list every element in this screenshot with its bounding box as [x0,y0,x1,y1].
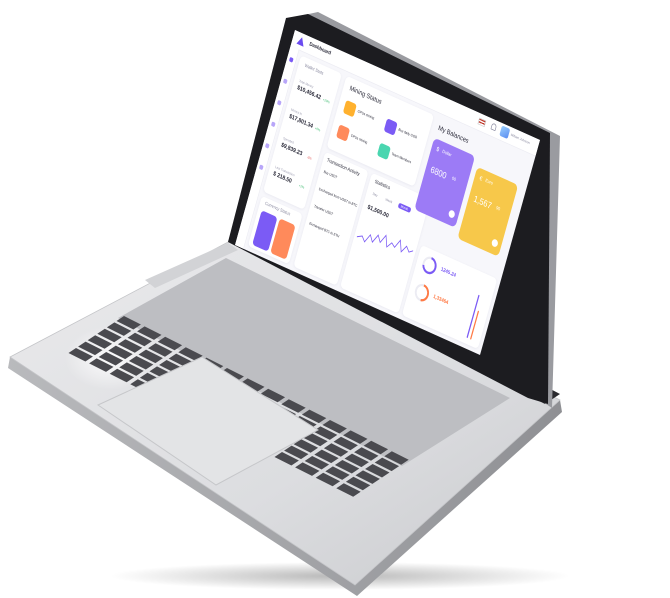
statistics-title: Statistics [374,179,391,191]
gauge-value: 1,33464 [432,294,449,306]
wallet-stats-title: Wallet Stats [304,63,324,77]
home-icon[interactable] [288,56,294,63]
currency-status-card: Currency Status [247,195,303,265]
coin-icon[interactable] [383,118,398,136]
stat-change: +20% [322,97,331,105]
gauge-ring [414,283,430,302]
cpu-icon[interactable] [336,124,351,142]
gauge-value: 1245.24 [440,266,457,279]
arrow-icon[interactable] [490,238,499,248]
team-icon[interactable] [376,142,391,161]
currency-symbol: € [478,174,484,183]
stat-change: +2% [298,183,305,190]
balance-value: 1,567 [472,193,493,212]
currency-symbol: $ [435,145,440,154]
logo-icon [296,35,306,47]
gauge-ring [422,256,437,275]
mining-label: GPUs mining [357,109,375,121]
swap-icon[interactable] [270,121,276,128]
mining-label: CPUs mining [350,134,368,146]
stat-change: +5% [314,126,321,133]
chart-icon[interactable] [282,78,288,85]
avatar[interactable] [499,125,511,140]
statistics-value: $1,500.00 [366,203,390,220]
mining-label: Team Members [391,152,412,165]
user-icon[interactable] [264,142,270,149]
user-name[interactable]: William Johnson [510,133,530,145]
transaction-item[interactable]: Exchanged from USDT to BTC [318,188,357,209]
stat-change: -3% [306,154,313,161]
balance-cents: 00 [451,176,457,183]
wallet-icon[interactable] [276,99,282,106]
balance-cents: 90 [495,206,501,213]
flag-icon[interactable] [477,117,487,128]
settings-icon[interactable] [258,164,264,171]
laptop-scene: Dashboard William Johnson Wallet Stats T… [0,0,670,598]
transaction-item[interactable]: Buy USDT [323,170,337,180]
tab-week[interactable]: Week [383,196,396,206]
mining-label: Buy daily GGD [397,128,418,141]
tab-month[interactable]: Month [397,202,412,213]
arrow-icon[interactable] [447,209,456,219]
transaction-item[interactable]: Transfer USDT [313,205,333,217]
tab-day[interactable]: Day [370,190,381,199]
bell-icon[interactable] [490,122,497,132]
gauge-bar [469,310,480,340]
currency-name: Euro [484,178,494,187]
currency-name: Dollar [441,149,452,158]
balance-value: 6800 [429,164,448,182]
transaction-item[interactable]: Exchanged BTC to ETH [309,222,340,239]
gpu-icon[interactable] [342,99,357,118]
